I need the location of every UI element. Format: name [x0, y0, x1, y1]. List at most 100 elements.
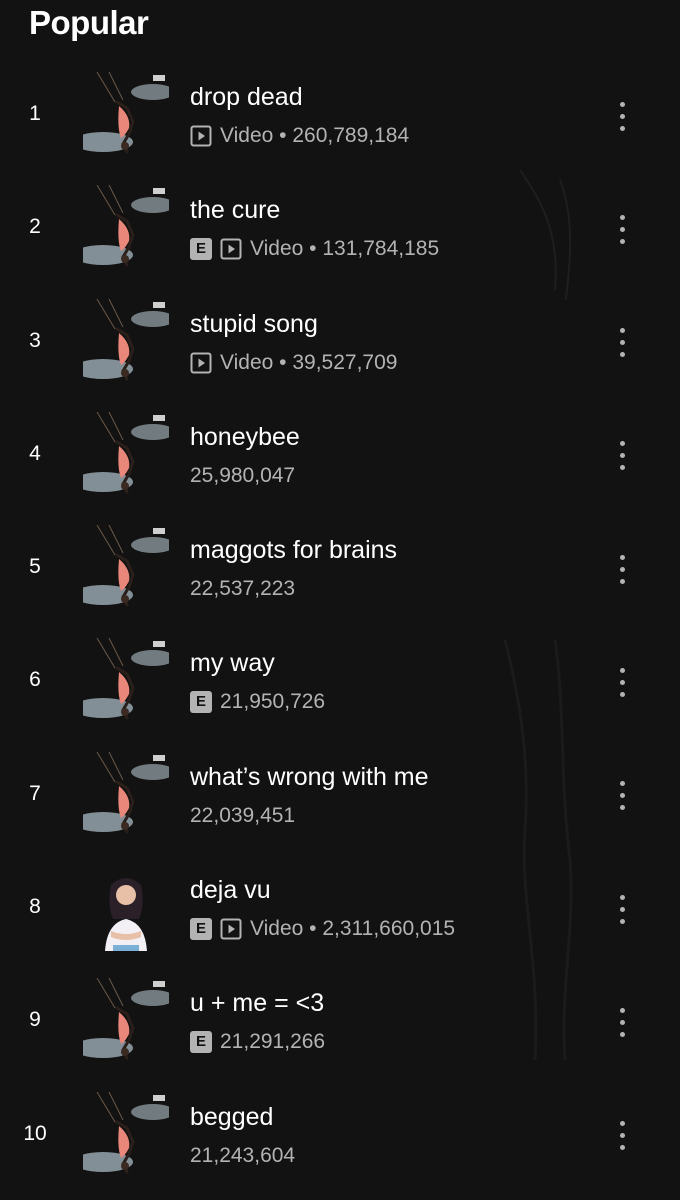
album-cover-image [83, 978, 169, 1065]
track-meta: E 21,950,726 [190, 688, 325, 716]
track-title: my way [190, 649, 275, 678]
track-number: 4 [29, 441, 41, 465]
more-dot [619, 894, 625, 900]
more-vertical-icon[interactable] [600, 660, 644, 704]
explicit-badge-icon: E [190, 238, 212, 261]
more-dot [619, 793, 625, 799]
more-vertical-icon[interactable] [600, 887, 644, 931]
track-title: deja vu [190, 876, 271, 905]
more-dot [619, 465, 625, 471]
video-play-icon [190, 125, 212, 147]
more-dot [619, 1031, 625, 1037]
track-row[interactable]: 3 stupid song Video • 39,527,709 [0, 285, 680, 398]
more-dot [619, 691, 625, 697]
album-cover-image [83, 638, 169, 725]
explicit-badge-icon: E [190, 691, 212, 714]
more-vertical-icon[interactable] [600, 207, 644, 251]
more-dot [619, 918, 625, 924]
track-row[interactable]: 4 honeybee 25,980,047 [0, 398, 680, 511]
track-meta: 21,243,604 [190, 1142, 295, 1170]
track-row[interactable]: 1 drop dead Video • 260,789,184 [0, 58, 680, 171]
explicit-badge-icon: E [190, 1031, 212, 1054]
more-vertical-icon[interactable] [600, 434, 644, 478]
more-dot [619, 1019, 625, 1025]
album-cover-image [83, 298, 169, 385]
track-row[interactable]: 2 the cure E Video • 131,784,185 [0, 171, 680, 284]
track-number: 8 [29, 895, 41, 919]
track-title: what’s wrong with me [190, 762, 429, 791]
more-dot [619, 667, 625, 673]
more-dot [619, 453, 625, 459]
track-meta: Video • 39,527,709 [190, 349, 397, 377]
track-number: 1 [29, 102, 41, 125]
more-dot [619, 906, 625, 912]
album-cover-image [83, 865, 169, 952]
track-row[interactable]: 8 deja vu E Video • 2,311,660,015 [0, 851, 680, 964]
track-number: 7 [29, 781, 41, 805]
more-dot [619, 1145, 625, 1151]
play-count: 22,039,451 [190, 803, 296, 827]
track-title: honeybee [190, 422, 300, 451]
track-number: 6 [29, 668, 41, 692]
track-row[interactable]: 9 u + me = <3 E 21,291,266 [0, 964, 680, 1077]
track-number: 5 [29, 555, 41, 579]
play-count: 21,950,726 [220, 690, 326, 714]
video-play-icon [190, 352, 212, 374]
track-row[interactable]: 6 my way E 21,950,726 [0, 624, 680, 737]
play-count: 21,243,604 [190, 1143, 296, 1167]
track-meta: 22,039,451 [190, 802, 295, 830]
play-count: 22,537,223 [190, 577, 296, 601]
explicit-badge-icon: E [190, 918, 212, 941]
more-dot [619, 679, 625, 685]
more-dot [619, 781, 625, 787]
track-meta: 25,980,047 [190, 462, 295, 490]
track-title: begged [190, 1102, 274, 1131]
more-dot [619, 352, 625, 358]
more-dot [619, 578, 625, 584]
more-dot [619, 113, 625, 119]
play-count: Video • 131,784,185 [250, 237, 440, 261]
more-vertical-icon[interactable] [600, 774, 644, 818]
more-dot [619, 554, 625, 560]
album-cover-image [83, 751, 169, 838]
popular-track-list: 1 drop dead Video • 260,789,184 2 the cure E V… [0, 58, 680, 1191]
video-play-icon [220, 238, 242, 260]
play-count: 21,291,266 [220, 1030, 326, 1054]
album-cover-image [83, 1091, 169, 1178]
track-number: 9 [29, 1008, 41, 1032]
track-title: maggots for brains [190, 536, 398, 565]
track-row[interactable]: 5 maggots for brains 22,537,223 [0, 511, 680, 624]
track-title: u + me = <3 [190, 989, 325, 1018]
more-dot [619, 441, 625, 447]
track-meta: Video • 260,789,184 [190, 122, 409, 150]
more-vertical-icon[interactable] [600, 1114, 644, 1158]
album-cover-image [83, 185, 169, 272]
play-count: 25,980,047 [190, 463, 296, 487]
play-count: Video • 260,789,184 [220, 124, 410, 147]
track-meta: 22,537,223 [190, 575, 295, 603]
track-meta: E 21,291,266 [190, 1028, 325, 1056]
track-number: 3 [29, 328, 41, 352]
more-dot [619, 805, 625, 811]
album-cover-image [83, 411, 169, 498]
track-number: 2 [29, 215, 41, 239]
more-vertical-icon[interactable] [600, 321, 644, 365]
track-title: drop dead [190, 83, 303, 111]
album-cover-image [83, 72, 169, 158]
more-dot [619, 1121, 625, 1127]
more-vertical-icon[interactable] [600, 94, 644, 138]
more-dot [619, 125, 625, 131]
track-number: 10 [23, 1121, 47, 1145]
track-row[interactable]: 10 begged 21,243,604 [0, 1078, 680, 1191]
more-dot [619, 1007, 625, 1013]
more-dot [619, 340, 625, 346]
more-dot [619, 238, 625, 244]
section-title: Popular [29, 4, 149, 41]
track-meta: E Video • 131,784,185 [190, 235, 439, 263]
more-vertical-icon[interactable] [600, 547, 644, 591]
more-dot [619, 1133, 625, 1139]
track-row[interactable]: 7 what’s wrong with me 22,039,451 [0, 738, 680, 851]
more-vertical-icon[interactable] [600, 1000, 644, 1044]
track-meta: E Video • 2,311,660,015 [190, 915, 455, 943]
more-dot [619, 101, 625, 107]
